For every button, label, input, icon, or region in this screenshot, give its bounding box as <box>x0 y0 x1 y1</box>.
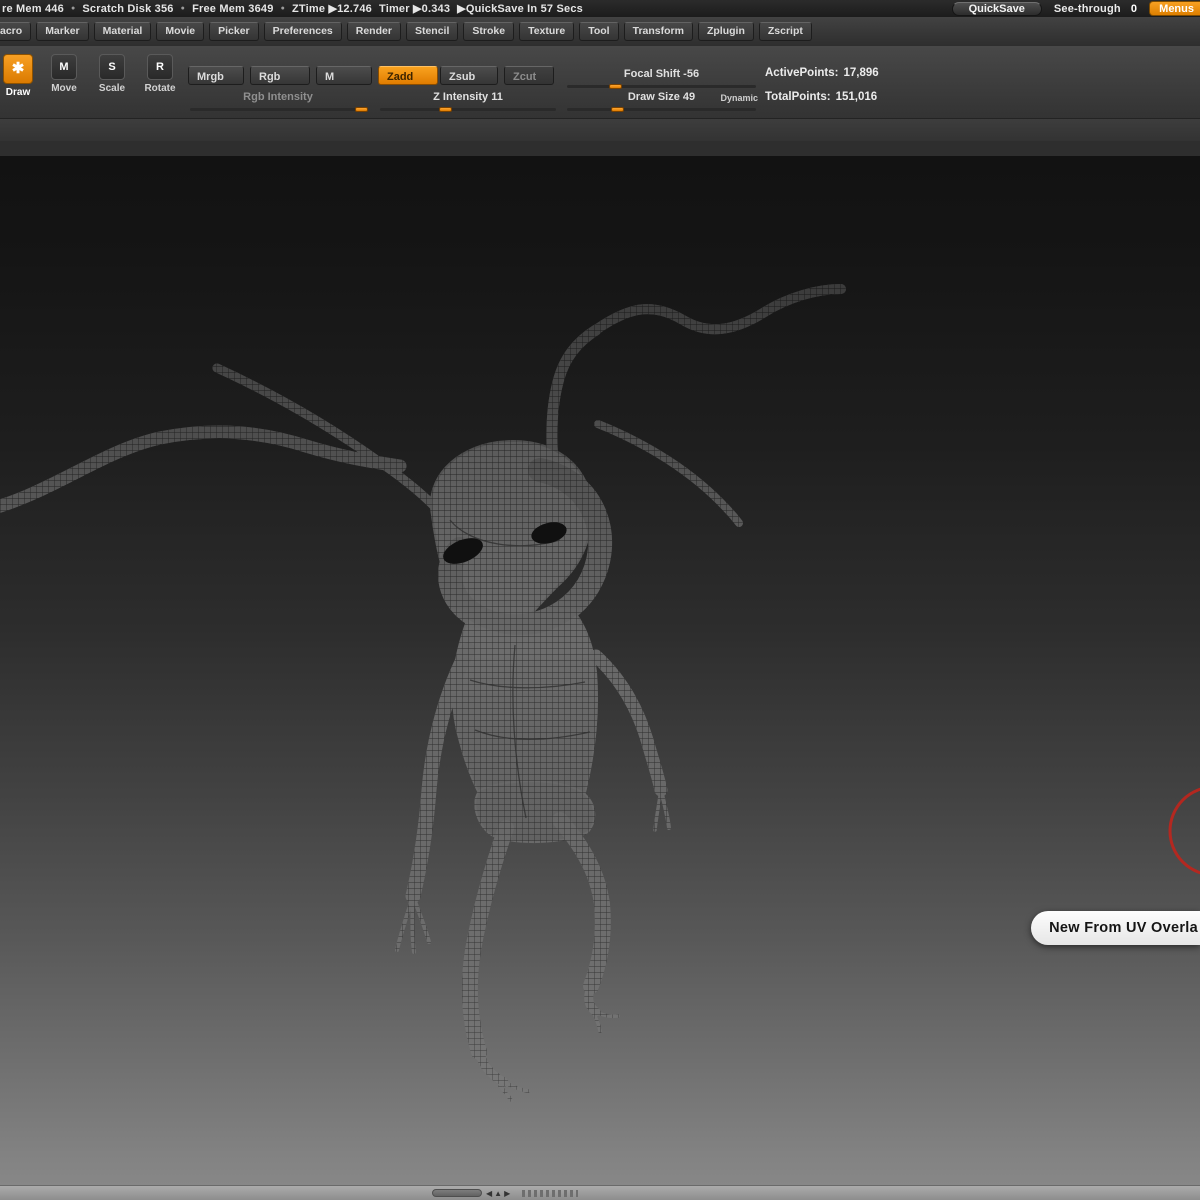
menu-item-stroke[interactable]: Stroke <box>463 22 514 41</box>
rgb-intensity-handle[interactable] <box>355 107 368 112</box>
active-points-value: 17,896 <box>844 67 879 79</box>
horizontal-scrollbar[interactable]: ◀▲▶ <box>0 1185 1200 1200</box>
scroll-right-icon[interactable]: ▶ <box>504 1189 512 1198</box>
rotate-icon: R <box>147 54 173 80</box>
scroll-arrows[interactable]: ◀▲▶ <box>486 1187 512 1200</box>
menu-item-render[interactable]: Render <box>347 22 401 41</box>
status-segment: Scratch Disk 356 <box>82 3 173 15</box>
dynamic-toggle[interactable]: Dynamic <box>706 93 758 103</box>
tool-scale[interactable]: S Scale <box>92 54 132 94</box>
see-through-slider[interactable]: See-through 0 <box>1054 3 1137 15</box>
menu-item-zscript[interactable]: Zscript <box>759 22 812 41</box>
menu-item-marker[interactable]: Marker <box>36 22 88 41</box>
sculpt-canvas[interactable] <box>0 156 1200 1185</box>
menu-bar: acro Marker Material Movie Picker Prefer… <box>0 17 1200 47</box>
menu-item-movie[interactable]: Movie <box>156 22 204 41</box>
scale-icon: S <box>99 54 125 80</box>
memory-status: re Mem 446 ● Scratch Disk 356 ● Free Mem… <box>2 0 583 17</box>
scroll-left-icon[interactable]: ◀ <box>486 1189 494 1198</box>
focal-shift-slider[interactable]: Focal Shift -56 <box>565 66 758 83</box>
bullet-separator-icon: ● <box>71 0 75 17</box>
document-top-edge <box>0 141 1200 157</box>
bullet-separator-icon: ● <box>181 0 185 17</box>
quicksave-button[interactable]: QuickSave <box>952 2 1042 16</box>
scroll-up-icon[interactable]: ▲ <box>494 1189 504 1198</box>
menu-item-transform[interactable]: Transform <box>624 22 693 41</box>
menu-item-zplugin[interactable]: Zplugin <box>698 22 754 41</box>
model-viewport[interactable] <box>0 156 1200 1185</box>
z-intensity-handle[interactable] <box>439 107 452 112</box>
see-through-value: 0 <box>1131 3 1137 15</box>
rgb-button[interactable]: Rgb <box>250 66 310 85</box>
tool-draw[interactable]: ✱ Draw <box>0 54 38 98</box>
see-through-label: See-through <box>1054 3 1121 15</box>
mrgb-button[interactable]: Mrgb <box>188 66 244 85</box>
menu-item-stencil[interactable]: Stencil <box>406 22 458 41</box>
draw-size-label: Draw Size 49 <box>628 91 695 103</box>
top-shelf-toolbar: ✱ Draw M Move S Scale R Rotate Mrgb Rgb … <box>0 46 1200 119</box>
scrollbar-thumb[interactable] <box>432 1189 482 1197</box>
tool-draw-label: Draw <box>0 87 38 98</box>
draw-size-handle[interactable] <box>611 107 624 112</box>
move-icon: M <box>51 54 77 80</box>
total-points-value: 151,016 <box>836 91 878 103</box>
draw-brush-icon: ✱ <box>3 54 33 84</box>
tool-move-label: Move <box>44 83 84 94</box>
uv-overlay-tooltip: New From UV Overla <box>1031 911 1200 945</box>
m-button[interactable]: M <box>316 66 372 85</box>
quicksave-countdown: ▶QuickSave In 57 Secs <box>457 2 583 15</box>
focal-shift-handle[interactable] <box>609 84 622 89</box>
tool-rotate[interactable]: R Rotate <box>140 54 180 94</box>
rgb-intensity-label: Rgb Intensity <box>243 91 313 103</box>
menu-item-material[interactable]: Material <box>94 22 152 41</box>
menu-item-macro[interactable]: acro <box>0 22 31 41</box>
zadd-button[interactable]: Zadd <box>378 66 438 85</box>
menu-item-picker[interactable]: Picker <box>209 22 259 41</box>
ztime-readout: ZTime ▶12.746 <box>292 2 372 15</box>
zcut-button[interactable]: Zcut <box>504 66 554 85</box>
tool-move[interactable]: M Move <box>44 54 84 94</box>
menu-item-preferences[interactable]: Preferences <box>264 22 342 41</box>
status-segment: re Mem 446 <box>2 3 64 15</box>
focal-shift-label: Focal Shift -56 <box>624 68 699 80</box>
tool-rotate-label: Rotate <box>140 83 180 94</box>
tool-scale-label: Scale <box>92 83 132 94</box>
active-points-label: ActivePoints: <box>765 67 839 79</box>
menu-item-texture[interactable]: Texture <box>519 22 574 41</box>
menus-button[interactable]: Menus <box>1149 1 1200 16</box>
scrollbar-hatch <box>522 1190 578 1197</box>
zsub-button[interactable]: Zsub <box>440 66 498 85</box>
timer-readout: Timer ▶0.343 <box>379 2 450 15</box>
wireframe-creature-model <box>0 156 1200 1185</box>
status-bar: re Mem 446 ● Scratch Disk 356 ● Free Mem… <box>0 0 1200 18</box>
total-points-label: TotalPoints: <box>765 91 831 103</box>
z-intensity-slider[interactable]: Z Intensity 11 <box>378 89 558 106</box>
rgb-intensity-slider[interactable]: Rgb Intensity <box>188 89 368 106</box>
menu-item-tool[interactable]: Tool <box>579 22 618 41</box>
z-intensity-label: Z Intensity 11 <box>433 91 503 103</box>
bullet-separator-icon: ● <box>281 0 285 17</box>
status-segment: Free Mem 3649 <box>192 3 273 15</box>
toolbar-extension <box>0 119 1200 141</box>
